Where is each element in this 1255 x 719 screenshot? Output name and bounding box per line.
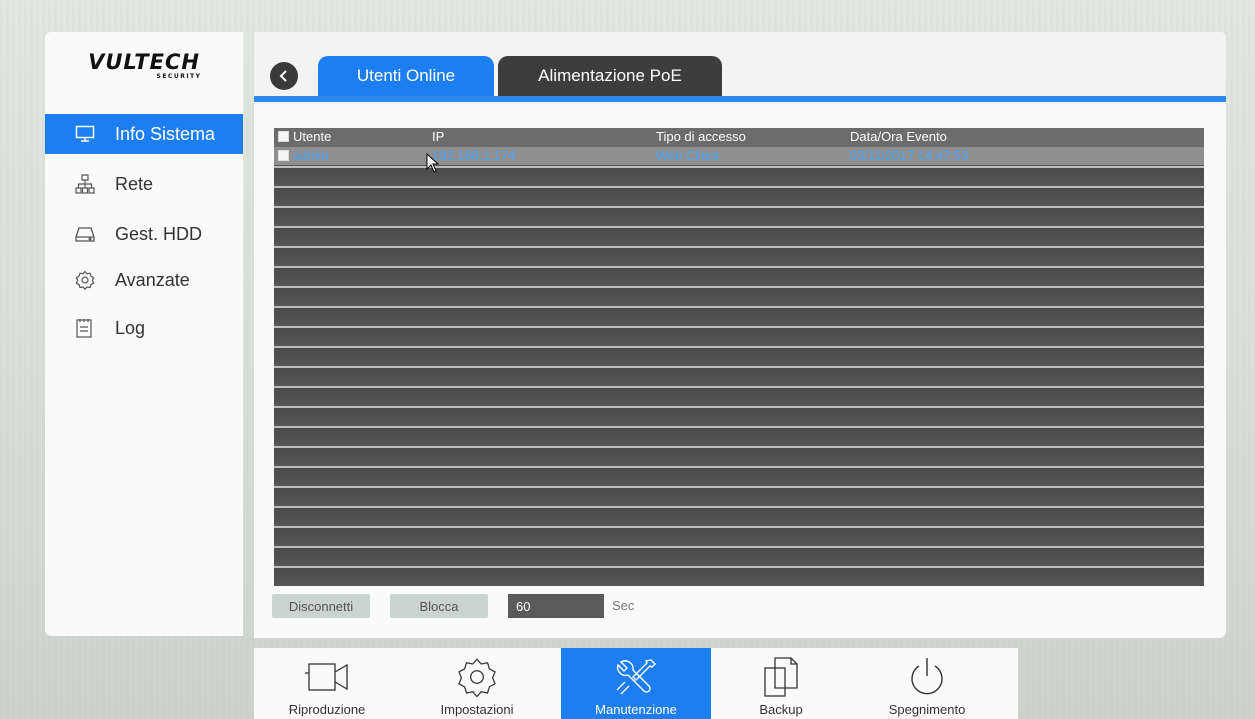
- sidebar-item-gest-hdd[interactable]: Gest. HDD: [45, 214, 243, 254]
- dock-item-riproduzione[interactable]: Riproduzione: [254, 648, 400, 719]
- header-tipo-accesso: Tipo di accesso: [656, 129, 746, 144]
- sidebar-item-label: Info Sistema: [115, 123, 216, 144]
- backup-icon: [761, 656, 801, 698]
- disconnect-button[interactable]: Disconnetti: [272, 594, 370, 618]
- sidebar-item-label: Log: [115, 317, 146, 338]
- select-all-checkbox[interactable]: [278, 131, 289, 142]
- sidebar-item-info-sistema[interactable]: Info Sistema: [45, 114, 243, 154]
- cell-tipo-accesso: Web Client: [656, 148, 720, 163]
- dock-item-label: Manutenzione: [595, 702, 677, 717]
- table-header: Utente IP Tipo di accesso Data/Ora Event…: [274, 128, 1204, 147]
- dock-item-manutenzione[interactable]: Manutenzione: [561, 648, 711, 719]
- monitor-icon: [75, 125, 115, 143]
- header-data-ora: Data/Ora Evento: [850, 129, 947, 144]
- sidebar-item-label: Rete: [115, 173, 154, 194]
- gear-icon: [455, 656, 499, 698]
- header-label: Utente: [293, 129, 332, 144]
- vultech-logo: VULTECH SECURITY: [45, 50, 243, 80]
- back-button[interactable]: [270, 62, 298, 90]
- header-utente[interactable]: Utente: [278, 129, 331, 144]
- power-icon: [906, 656, 948, 698]
- dock-item-impostazioni[interactable]: Impostazioni: [404, 648, 550, 719]
- chevron-left-icon: [279, 70, 287, 82]
- camera-icon: [303, 656, 351, 698]
- dock-item-label: Impostazioni: [440, 702, 514, 717]
- cell-utente: admin: [278, 148, 328, 163]
- tab-underline: [254, 96, 1226, 102]
- tab-bar: Utenti Online Alimentazione PoE: [254, 32, 1226, 104]
- logo-text: VULTECH: [88, 50, 200, 74]
- dock-item-label: Riproduzione: [288, 702, 366, 717]
- tab-alimentazione-poe[interactable]: Alimentazione PoE: [498, 56, 722, 96]
- timeout-unit: Sec: [612, 598, 635, 613]
- log-icon: [75, 318, 115, 338]
- dock-item-label: Backup: [759, 702, 803, 717]
- dock-item-spegnimento[interactable]: Spegnimento: [854, 648, 1000, 719]
- row-checkbox[interactable]: [278, 150, 289, 161]
- header-ip: IP: [432, 129, 445, 144]
- sidebar-item-log[interactable]: Log: [45, 308, 243, 348]
- sidebar: VULTECH SECURITY Info Sistema Rete Gest.…: [45, 32, 243, 636]
- main-panel: Utenti Online Alimentazione PoE Utente I…: [254, 32, 1226, 638]
- online-users-table: Utente IP Tipo di accesso Data/Ora Event…: [274, 128, 1204, 586]
- table-row[interactable]: admin 192.168.1.174 Web Client 03/11/201…: [274, 147, 1204, 165]
- hdd-icon: [75, 225, 115, 243]
- block-button[interactable]: Blocca: [390, 594, 488, 618]
- sidebar-item-avanzate[interactable]: Avanzate: [45, 260, 243, 300]
- gear-icon: [75, 270, 115, 290]
- mouse-cursor-icon: [426, 153, 440, 173]
- sidebar-item-label: Avanzate: [115, 269, 190, 290]
- network-icon: [75, 174, 115, 194]
- dock-item-label: Spegnimento: [888, 702, 966, 717]
- bottom-dock: Riproduzione Impostazioni Manutenzione B…: [254, 648, 1018, 719]
- sidebar-item-rete[interactable]: Rete: [45, 164, 243, 204]
- sidebar-item-label: Gest. HDD: [115, 223, 203, 244]
- cell-data-ora: 03/11/2017 14:47:53: [850, 148, 969, 163]
- cell-ip: 192.168.1.174: [432, 148, 516, 163]
- cell-utente-text: admin: [293, 148, 329, 163]
- logo-subtext: SECURITY: [156, 73, 202, 80]
- timeout-input[interactable]: 60: [508, 594, 604, 618]
- dock-item-backup[interactable]: Backup: [708, 648, 854, 719]
- tab-utenti-online[interactable]: Utenti Online: [318, 56, 494, 96]
- tools-icon: [613, 656, 659, 698]
